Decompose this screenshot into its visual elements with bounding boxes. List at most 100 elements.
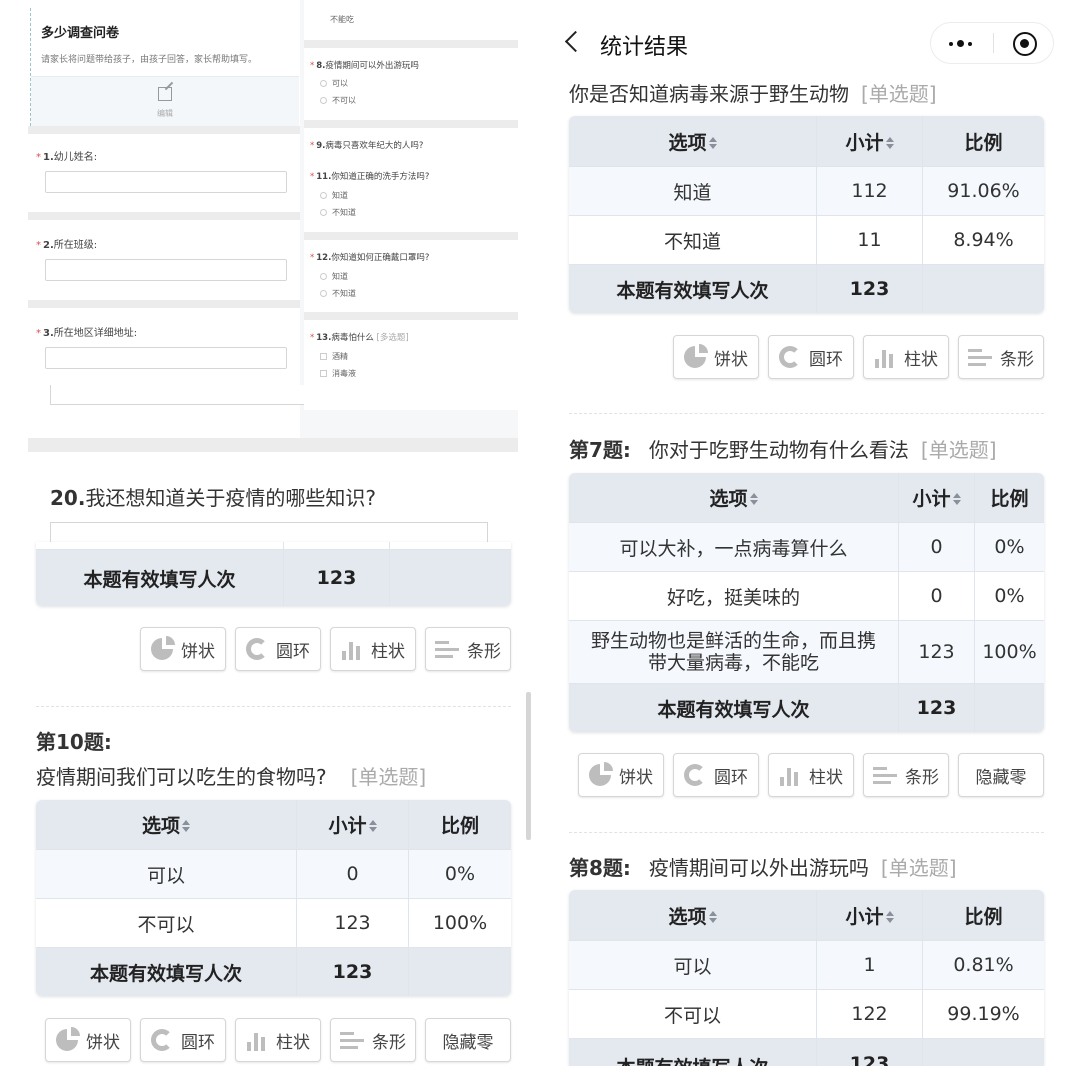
form-column-left: 多少调查问卷 请家长将问题带给孩子，由孩子回答，家长帮助填写。 编辑 * 1.幼儿…	[28, 0, 300, 440]
hide-zero-button[interactable]: 隐藏零	[958, 753, 1044, 797]
left-screenshot-panel: 多少调查问卷 请家长将问题带给孩子，由孩子回答，家长帮助填写。 编辑 * 1.幼儿…	[0, 0, 540, 1080]
section-divider	[304, 312, 518, 320]
sort-icon[interactable]	[885, 910, 894, 924]
radio-option[interactable]: 知道	[320, 271, 348, 282]
form-column-right: 不能吃 * 8.疫情期间可以外出游玩吗 可以 不可以 * 9.病毒只喜欢年纪大的人吗…	[304, 0, 518, 410]
question-7-heading: 第7题: 你对于吃野生动物有什么看法 [单选题]	[569, 438, 997, 462]
pie-chart-button[interactable]: 饼状	[45, 1018, 131, 1062]
sort-icon[interactable]	[749, 492, 758, 506]
sort-icon[interactable]	[368, 819, 377, 833]
checkbox-option[interactable]: 酒精	[320, 351, 348, 362]
chart-type-buttons-q7: 饼状 圆环 柱状 条形 隐藏零	[578, 753, 1044, 797]
column-header-count[interactable]: 小计	[817, 116, 923, 167]
column-header-option[interactable]: 选项	[36, 800, 297, 850]
child-name-input[interactable]	[45, 171, 287, 193]
pie-chart-icon	[589, 764, 611, 786]
ring-chart-button[interactable]: 圆环	[673, 753, 759, 797]
ring-chart-button[interactable]: 圆环	[768, 335, 854, 379]
hide-zero-button[interactable]: 隐藏零	[425, 1018, 511, 1062]
table-header-row: 选项 小计 比例	[569, 890, 1044, 941]
form-question-13: * 13.病毒怕什么 [多选题]	[310, 333, 409, 343]
sort-icon[interactable]	[708, 910, 717, 924]
horizontal-bar-icon	[435, 639, 459, 659]
horizontal-bar-button[interactable]: 条形	[425, 627, 511, 671]
column-header-percent: 比例	[923, 116, 1044, 167]
survey-description: 请家长将问题带给孩子，由孩子回答，家长帮助填写。	[41, 55, 258, 65]
table-total-row: 本题有效填写人次 123	[569, 684, 1044, 732]
question-20-title: 20.我还想知道关于疫情的哪些知识?	[50, 486, 377, 510]
chart-type-buttons: 饼状 圆环 柱状 条形	[140, 627, 511, 671]
table-header-row: 选项 小计 比例	[569, 473, 1044, 523]
question-10-title: 疫情期间我们可以吃生的食物吗? [单选题]	[36, 765, 427, 789]
column-header-count[interactable]: 小计	[899, 473, 975, 523]
edit-button[interactable]: 编辑	[31, 76, 299, 126]
class-input[interactable]	[45, 259, 287, 281]
radio-option[interactable]: 不知道	[320, 207, 356, 218]
option-fragment: 不能吃	[330, 15, 354, 24]
radio-icon	[320, 192, 327, 199]
section-divider	[304, 120, 518, 128]
back-button[interactable]	[564, 28, 580, 54]
pie-chart-button[interactable]: 饼状	[673, 335, 759, 379]
radio-icon	[320, 209, 327, 216]
scrollbar[interactable]	[526, 692, 531, 840]
bar-chart-button[interactable]: 柱状	[330, 627, 416, 671]
pie-chart-icon	[684, 346, 706, 368]
survey-form-preview: 多少调查问卷 请家长将问题带给孩子，由孩子回答，家长帮助填写。 编辑 * 1.幼儿…	[28, 0, 518, 450]
table-header-row: 选项 小计 比例	[36, 800, 511, 850]
table-row: 可以大补，一点病毒算什么 0 0%	[569, 523, 1044, 572]
radio-option[interactable]: 不知道	[320, 288, 356, 299]
table-row: 可以 1 0.81%	[569, 941, 1044, 990]
sort-icon[interactable]	[708, 136, 717, 150]
radio-option[interactable]: 可以	[320, 78, 348, 89]
radio-option[interactable]: 知道	[320, 190, 348, 201]
table-row: 不可以 123 100%	[36, 899, 511, 948]
bar-chart-icon	[874, 346, 896, 368]
pie-chart-button[interactable]: 饼状	[140, 627, 226, 671]
horizontal-bar-button[interactable]: 条形	[863, 753, 949, 797]
address-input[interactable]	[45, 347, 287, 369]
column-header-count[interactable]: 小计	[817, 890, 923, 941]
form-question-2: * 2.所在班级:	[36, 240, 98, 251]
column-header-option[interactable]: 选项	[569, 116, 817, 167]
sort-icon[interactable]	[952, 492, 961, 506]
section-divider	[304, 232, 518, 240]
bar-chart-button[interactable]: 柱状	[235, 1018, 321, 1062]
table-total-row: 本题有效填写人次 123	[569, 265, 1044, 313]
ring-chart-button[interactable]: 圆环	[140, 1018, 226, 1062]
form-question-12: * 12.你知道如何正确戴口罩吗?	[310, 253, 430, 263]
more-menu-button[interactable]	[931, 23, 993, 63]
radio-option[interactable]: 不可以	[320, 95, 356, 106]
ring-chart-button[interactable]: 圆环	[235, 627, 321, 671]
bar-chart-icon	[341, 638, 363, 660]
question-20-textarea[interactable]	[50, 522, 488, 542]
edit-icon	[158, 87, 172, 101]
form-question-8: * 8.疫情期间可以外出游玩吗	[310, 61, 419, 71]
bar-chart-button[interactable]: 柱状	[863, 335, 949, 379]
table-header-row: 选项 小计 比例	[569, 116, 1044, 167]
column-header-count[interactable]: 小计	[297, 800, 409, 850]
horizontal-bar-button[interactable]: 条形	[330, 1018, 416, 1062]
chart-type-buttons-q10: 饼状 圆环 柱状 条形 隐藏零	[45, 1018, 511, 1062]
form-question-11: * 11.你知道正确的洗手方法吗?	[310, 172, 430, 182]
stats-table-q6: 选项 小计 比例 知道 112 91.06% 不知道 11 8.94% 本题有效…	[569, 116, 1044, 313]
nav-title: 统计结果	[600, 35, 689, 60]
ring-chart-icon	[151, 1029, 173, 1051]
section-divider	[304, 40, 518, 48]
bar-chart-button[interactable]: 柱状	[768, 753, 854, 797]
table-row: 知道 112 91.06%	[569, 167, 1044, 216]
horizontal-bar-button[interactable]: 条形	[958, 335, 1044, 379]
close-mini-program-icon[interactable]	[1013, 32, 1037, 56]
table-row: 野生动物也是鲜活的生命，而且携带大量病毒，不能吃 123 100%	[569, 621, 1044, 684]
radio-icon	[320, 273, 327, 280]
sort-icon[interactable]	[182, 819, 190, 833]
pie-chart-button[interactable]: 饼状	[578, 753, 664, 797]
column-header-option[interactable]: 选项	[569, 473, 899, 523]
sort-icon[interactable]	[885, 136, 894, 150]
checkbox-option[interactable]: 消毒液	[320, 368, 356, 379]
total-count: 123	[284, 550, 390, 606]
section-separator	[569, 832, 1044, 833]
horizontal-bar-icon	[340, 1030, 364, 1050]
column-header-option[interactable]: 选项	[569, 890, 817, 941]
ring-chart-icon	[779, 346, 801, 368]
